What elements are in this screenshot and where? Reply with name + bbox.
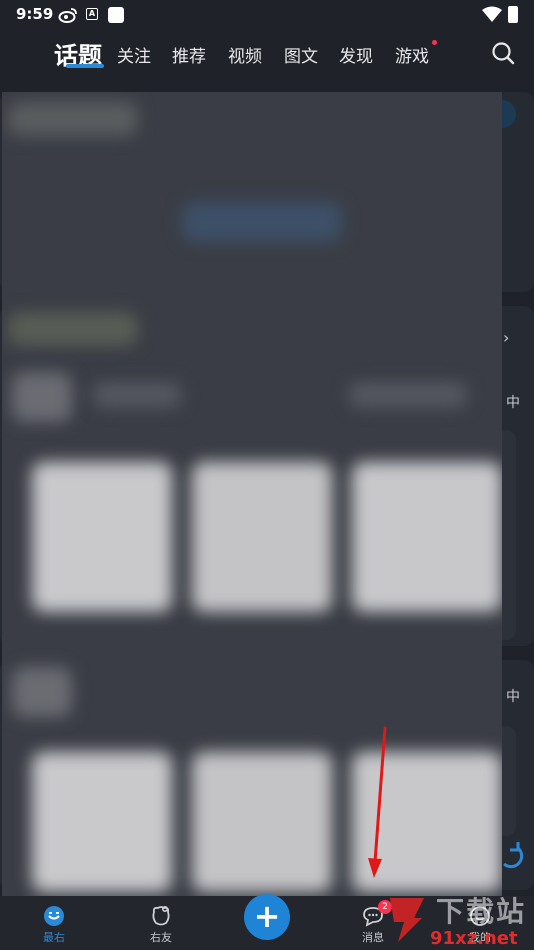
home-face-icon <box>44 906 64 926</box>
tab-games[interactable]: 游戏 <box>395 42 429 67</box>
app-screen: 9:59 A 话题 关注 推荐 视频 图文 发现 游戏 i › 中 中 <box>0 0 534 950</box>
tab-image-text[interactable]: 图文 <box>284 42 318 67</box>
app-a-icon: A <box>86 8 98 20</box>
games-red-dot <box>432 40 437 45</box>
message-badge: 2 <box>378 900 392 914</box>
profile-icon <box>470 906 490 926</box>
wifi-icon <box>482 6 502 22</box>
tab-recommend[interactable]: 推荐 <box>172 42 206 67</box>
tab-follow[interactable]: 关注 <box>117 42 151 67</box>
white-square-icon <box>108 7 124 23</box>
tab-video[interactable]: 视频 <box>228 42 262 67</box>
top-nav-tabs: 话题 关注 推荐 视频 图文 发现 游戏 <box>0 32 534 76</box>
nav-label-home: 最右 <box>43 931 65 944</box>
chevron-right-icon[interactable]: › <box>503 328 509 347</box>
side-text: 中 <box>506 689 520 705</box>
nav-label-profile: 我的 <box>469 931 491 944</box>
battery-icon <box>508 6 518 23</box>
side-text: 中 <box>506 395 520 411</box>
status-bar: 9:59 A <box>0 0 534 30</box>
nav-item-home[interactable]: 最右 <box>19 896 89 950</box>
nav-item-profile[interactable]: 我的 <box>445 896 515 950</box>
nav-item-friends[interactable]: 右友 <box>126 896 196 950</box>
nav-label-friends: 右友 <box>150 931 172 944</box>
blurred-popup <box>2 92 502 896</box>
status-time: 9:59 <box>16 5 54 23</box>
search-icon[interactable] <box>490 40 516 66</box>
weibo-icon <box>58 8 77 23</box>
tab-discover[interactable]: 发现 <box>339 42 373 67</box>
plus-icon: + <box>253 897 281 935</box>
add-post-button[interactable]: + <box>244 894 290 940</box>
friends-icon <box>152 905 170 926</box>
nav-label-messages: 消息 <box>362 931 384 944</box>
nav-item-messages[interactable]: 消息 <box>338 896 408 950</box>
active-tab-indicator <box>66 64 104 68</box>
